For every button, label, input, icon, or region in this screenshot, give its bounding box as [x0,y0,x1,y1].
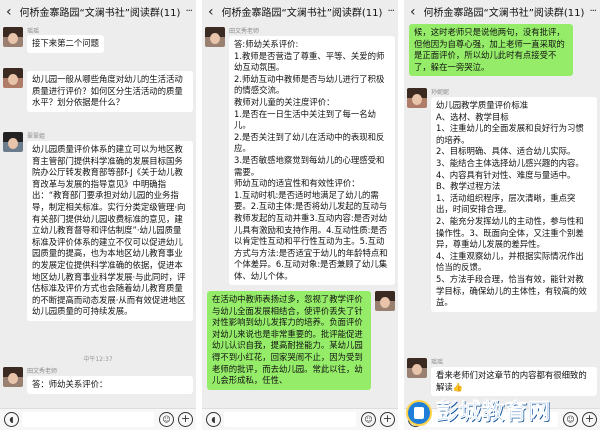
message-bubble[interactable]: 候，这时老师只是说他两句，没有批评，但他因为自尊心强，加上老师一直采取的是正面评… [409,24,573,77]
message-bubble[interactable]: 接下来第二个问题 [27,35,104,53]
back-chevron-icon[interactable]: ‹ [410,2,416,22]
message-bubble[interactable]: 幼儿园一般从哪些角度对幼儿的生活活动质量进行评价？如何区分生活活动的质量水平？划… [27,71,193,112]
message-text: 幼儿园一般从哪些角度对幼儿的生活活动质量进行评价？如何区分生活活动的质量水平？划… [32,74,183,108]
chat-header: ‹ 何桥金寨路园“文澜书社”阅读群(11) ··· [0,0,196,24]
message-list[interactable]: 候，这时老师只是说他两句，没有批评，但他因为自尊心强，加上老师一直采取的是正面评… [404,24,600,408]
more-options-icon[interactable]: ··· [589,2,596,22]
sender-name: 田文秀老师 [27,368,58,375]
site-watermark: 彭城教育网 [406,398,594,428]
avatar[interactable] [407,88,427,108]
message-text: 接下来第二个问题 [32,38,99,48]
watermark-logo-icon [406,400,432,426]
message-text: 答:师幼关系评价: 1.教师是否营造了尊重、平等、关爱的师幼互动氛围。 2.师幼… [234,39,388,281]
back-chevron-icon[interactable]: ‹ [6,2,12,22]
avatar[interactable] [3,27,23,47]
message-bubble[interactable]: 幼儿园质量评价体系的建立可以为地区教育主管部门提供科学准确的发展目标国务院办公厅… [27,141,193,321]
avatar[interactable] [407,358,427,378]
chat-title: 何桥金寨路园“文澜书社”阅读群(11) [221,8,383,19]
plus-icon[interactable]: + [178,412,193,427]
message-bubble[interactable]: 答：师幼关系评价： [27,376,193,394]
message-bubble[interactable]: 答:师幼关系评价: 1.教师是否营造了尊重、平等、关爱的师幼互动氛围。 2.师幼… [229,36,395,286]
message-list[interactable]: 田文秀老师 答:师幼关系评价: 1.教师是否营造了尊重、平等、关爱的师幼互动氛围… [202,24,398,408]
sender-name: 翠翠姐 [27,133,46,140]
sender-name: 瑶瑶 [431,359,444,366]
more-options-icon[interactable]: ··· [387,2,394,22]
avatar[interactable] [3,132,23,152]
voice-icon[interactable]: ◖ [206,412,221,427]
avatar[interactable] [375,291,395,311]
chat-header: ‹ 何桥金寨路园“文澜书社”阅读群(11) ··· [202,0,398,24]
message-bubble[interactable]: 看来老师们对这章节的内容都有很细致的解读👍 [431,367,597,397]
voice-icon[interactable]: ◖ [4,412,19,427]
more-options-icon[interactable]: ··· [185,2,192,22]
back-chevron-icon[interactable]: ‹ [208,2,214,22]
message-bubble[interactable]: 在活动中教师表扬过多，忽视了教学评价与幼儿全面发展相结合，使评价丢失了针对性影响… [207,291,371,390]
chat-panel-2: ‹ 何桥金寨路园“文澜书社”阅读群(11) ··· 田文秀老师 答:师幼关系评价… [202,0,398,430]
avatar[interactable] [205,27,225,47]
message-text: 候，这时老师只是说他两句，没有批评，但他因为自尊心强，加上老师一直采取的是正面评… [414,27,565,72]
chat-panel-1: ‹ 何桥金寨路园“文澜书社”阅读群(11) ··· 瑶瑶 接下来第二个问题 幼儿… [0,0,196,430]
plus-icon[interactable]: + [380,412,395,427]
message-text: 在活动中教师表扬过多，忽视了教学评价与幼儿全面发展相结合，使评价丢失了针对性影响… [212,294,363,386]
message-text: 幼儿园质量评价体系的建立可以为地区教育主管部门提供科学准确的发展目标国务院办公厅… [32,144,186,317]
message-text: 答：师幼关系评价： [32,379,108,389]
chat-header: ‹ 何桥金寨路园“文澜书社”阅读群(11) ··· [404,0,600,24]
avatar[interactable] [3,367,23,387]
avatar[interactable] [3,68,23,88]
message-text: 看来老师们对这章节的内容都有很细致的解读👍 [436,370,587,392]
sender-name: 孙妮妮 [431,89,450,96]
chat-panel-3: ‹ 何桥金寨路园“文澜书社”阅读群(11) ··· 候，这时老师只是说他两句，没… [404,0,600,430]
timestamp: 中午12:37 [83,356,113,363]
message-list[interactable]: 瑶瑶 接下来第二个问题 幼儿园一般从哪些角度对幼儿的生活活动质量进行评价？如何区… [0,24,196,408]
chat-title: 何桥金寨路园“文澜书社”阅读群(11) [423,8,585,19]
message-input[interactable] [224,412,356,427]
chat-title: 何桥金寨路园“文澜书社”阅读群(11) [19,8,181,19]
input-bar: ◖ ☺ + [202,408,398,430]
message-input[interactable] [22,412,154,427]
sender-name: 瑶瑶 [27,28,40,35]
input-bar: ◖ ☺ + [0,408,196,430]
emoji-icon[interactable]: ☺ [159,412,174,427]
sender-name: 田文秀老师 [229,28,260,35]
message-text: 幼儿园教学质量评价标准 A、选材、教学目标 1、注重幼儿的全面发展和良好行为习惯… [436,100,587,308]
message-bubble[interactable]: 幼儿园教学质量评价标准 A、选材、教学目标 1、注重幼儿的全面发展和良好行为习惯… [431,97,597,312]
emoji-icon[interactable]: ☺ [361,412,376,427]
watermark-text: 彭城教育网 [436,400,552,426]
